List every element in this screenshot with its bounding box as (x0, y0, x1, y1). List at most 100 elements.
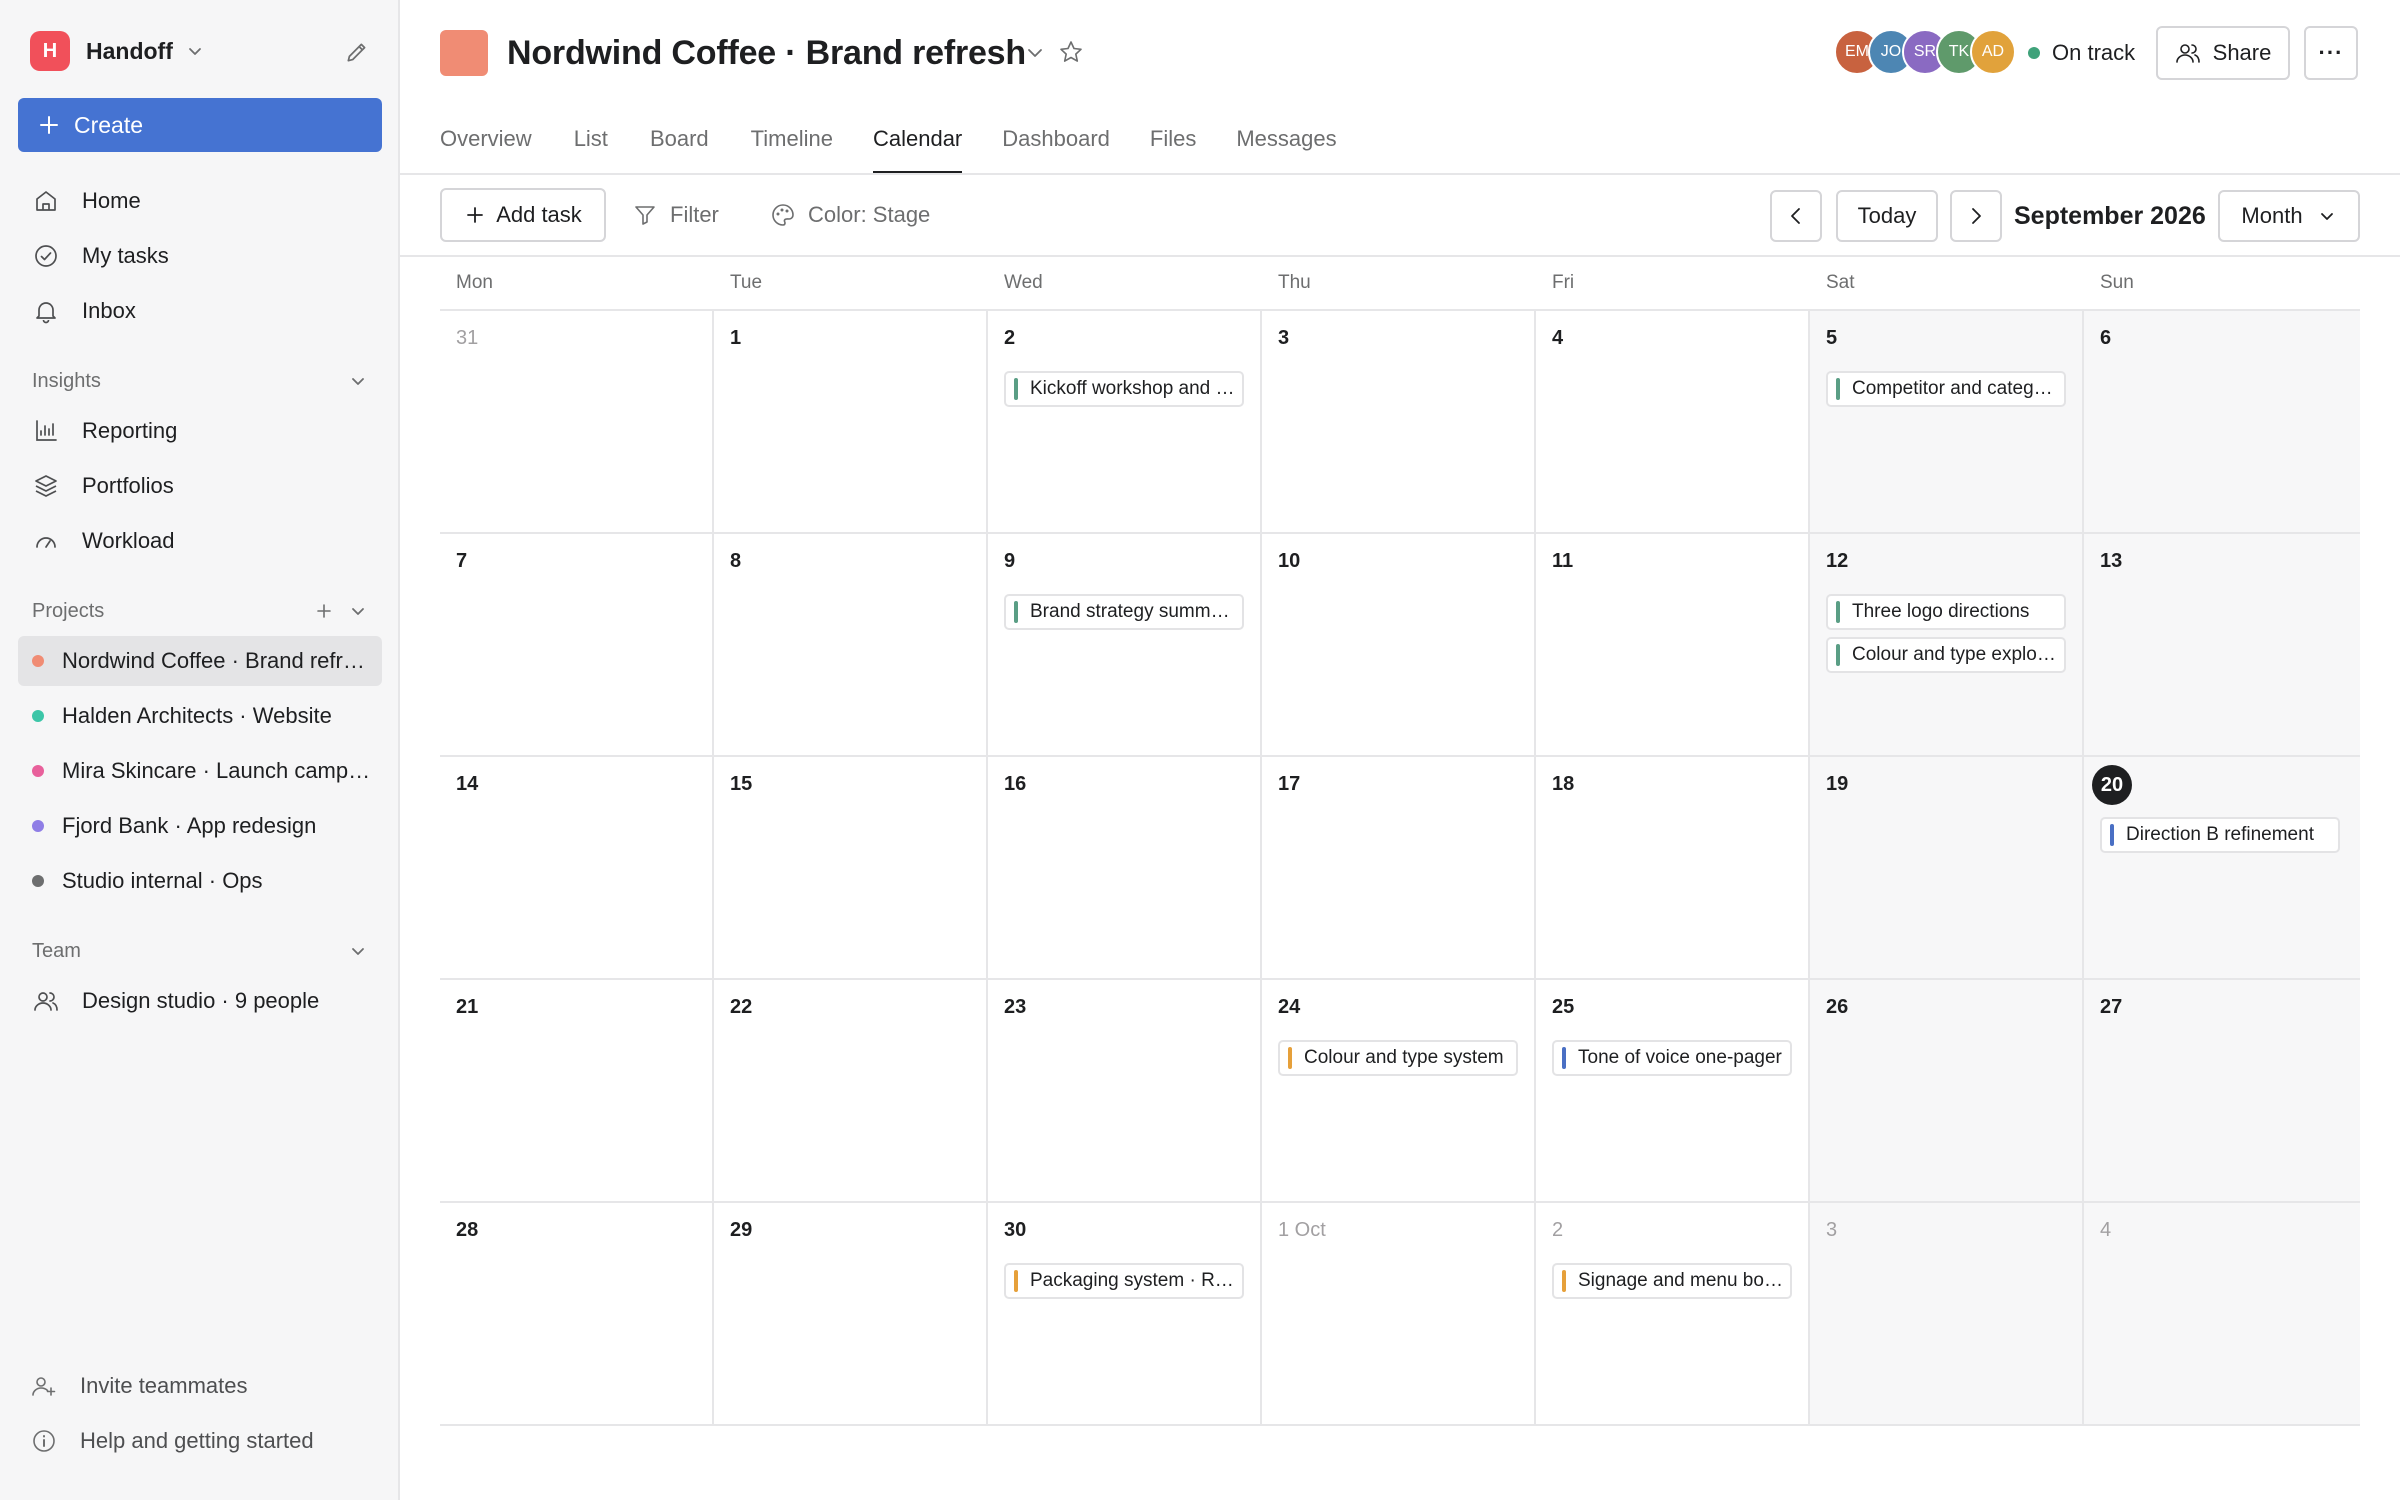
filter-button[interactable]: Filter (632, 188, 719, 242)
calendar-day-cell[interactable]: 29 (714, 1203, 988, 1424)
today-button[interactable]: Today (1836, 190, 1938, 242)
previous-month-button[interactable] (1770, 190, 1822, 242)
calendar-day-cell[interactable]: 1 (714, 311, 988, 532)
calendar-day-cell[interactable]: 19 (1810, 757, 2084, 978)
insights-section-header[interactable]: Insights (32, 366, 368, 396)
calendar-day-cell[interactable]: 13 (2084, 534, 2360, 755)
calendar-day-cell[interactable]: 18 (1536, 757, 1810, 978)
calendar-day-cell[interactable]: 21 (440, 980, 714, 1201)
calendar-task[interactable]: Packaging system · Round 1 (1004, 1263, 1244, 1299)
calendar-day-cell[interactable]: 14 (440, 757, 714, 978)
calendar-task[interactable]: Signage and menu boards (1552, 1263, 1792, 1299)
calendar-task[interactable]: Tone of voice one-pager (1552, 1040, 1792, 1076)
calendar-day-cell[interactable]: 6 (2084, 311, 2360, 532)
chevron-down-icon[interactable] (348, 601, 368, 621)
sidebar-item-team[interactable]: Design studio · 9 people (18, 976, 382, 1026)
calendar-day-cell[interactable]: 12 Three logo directions Colour and type e… (1810, 534, 2084, 755)
sidebar-item-workload[interactable]: Workload (18, 516, 382, 566)
calendar-day-cell[interactable]: 11 (1536, 534, 1810, 755)
project-color-swatch[interactable] (440, 30, 488, 76)
calendar-day-cell[interactable]: 4 (1536, 311, 1810, 532)
calendar-day-cell[interactable]: 25 Tone of voice one-pager (1536, 980, 1810, 1201)
share-button[interactable]: Share (2156, 26, 2290, 80)
weekday-label: Tue (730, 272, 763, 293)
calendar-day-cell[interactable]: 2 Kickoff workshop and stakeholder interv… (988, 311, 1262, 532)
calendar-task[interactable]: Direction B refinement (2100, 817, 2340, 853)
calendar-day-cell[interactable]: 4 (2084, 1203, 2360, 1424)
calendar-day-cell[interactable]: 3 (1810, 1203, 2084, 1424)
tab-list[interactable]: List (574, 116, 608, 174)
calendar-day-cell[interactable]: 20 Direction B refinement (2084, 757, 2360, 978)
team-section-header[interactable]: Team (32, 936, 368, 966)
calendar-day-cell[interactable]: 9 Brand strategy summary (988, 534, 1262, 755)
sidebar-item-reporting[interactable]: Reporting (18, 406, 382, 456)
calendar-day-cell[interactable]: 7 (440, 534, 714, 755)
calendar-task[interactable]: Brand strategy summary (1004, 594, 1244, 630)
calendar-task[interactable]: Competitor and category audit (1826, 371, 2066, 407)
tab-board[interactable]: Board (650, 116, 709, 174)
calendar-day-cell[interactable]: 3 (1262, 311, 1536, 532)
calendar-task[interactable]: Three logo directions (1826, 594, 2066, 630)
sidebar-item-portfolios[interactable]: Portfolios (18, 461, 382, 511)
tab-timeline[interactable]: Timeline (751, 116, 833, 174)
view-select[interactable]: Month (2218, 190, 2360, 242)
calendar-task[interactable]: Kickoff workshop and stakeholder intervi… (1004, 371, 1244, 407)
day-number: 4 (2100, 1219, 2112, 1241)
projects-section-header[interactable]: Projects (32, 596, 368, 626)
calendar-day-cell[interactable]: 16 (988, 757, 1262, 978)
sidebar-project-mira[interactable]: Mira Skincare · Launch campaign (18, 746, 382, 796)
sidebar-project-fjord[interactable]: Fjord Bank · App redesign (18, 801, 382, 851)
calendar-day-cell[interactable]: 24 Colour and type system (1262, 980, 1536, 1201)
sidebar-item-my-tasks[interactable]: My tasks (18, 231, 382, 281)
add-task-button[interactable]: Add task (440, 188, 606, 242)
calendar-day-cell[interactable]: 27 (2084, 980, 2360, 1201)
next-month-button[interactable] (1950, 190, 2002, 242)
more-options-button[interactable]: ··· (2304, 26, 2358, 80)
workspace-switcher[interactable]: H Handoff (30, 30, 370, 72)
calendar-day-cell[interactable]: 26 (1810, 980, 2084, 1201)
calendar-day-cell[interactable]: 22 (714, 980, 988, 1201)
help-link[interactable]: Help and getting started (18, 1416, 382, 1466)
weekday-label: Mon (456, 272, 493, 293)
tab-overview[interactable]: Overview (440, 116, 532, 174)
day-number: 23 (1004, 996, 1027, 1018)
chevron-down-icon[interactable] (1022, 40, 1048, 66)
calendar-task[interactable]: Colour and type system (1278, 1040, 1518, 1076)
calendar-day-cell[interactable]: 5 Competitor and category audit (1810, 311, 2084, 532)
stage-color-bar (2110, 824, 2114, 846)
calendar-day-cell[interactable]: 30 Packaging system · Round 1 (988, 1203, 1262, 1424)
task-title: Tone of voice one-pager (1578, 1047, 1782, 1068)
chevron-down-icon[interactable] (348, 371, 368, 391)
calendar-day-cell[interactable]: 23 (988, 980, 1262, 1201)
color-by-button[interactable]: Color: Stage (770, 188, 930, 242)
calendar-day-cell[interactable]: 2 Signage and menu boards (1536, 1203, 1810, 1424)
calendar-day-cell[interactable]: 8 (714, 534, 988, 755)
calendar-day-cell[interactable]: 10 (1262, 534, 1536, 755)
star-icon[interactable] (1056, 37, 1086, 67)
status-badge[interactable]: On track (2028, 36, 2135, 70)
calendar-day-cell[interactable]: 31 (440, 311, 714, 532)
calendar-day-cell[interactable]: 28 (440, 1203, 714, 1424)
calendar-day-cell[interactable]: 15 (714, 757, 988, 978)
create-button[interactable]: Create (18, 98, 382, 152)
tab-files[interactable]: Files (1150, 116, 1196, 174)
edit-icon[interactable] (344, 39, 370, 65)
calendar-day-cell[interactable]: 1 Oct (1262, 1203, 1536, 1424)
tab-dashboard[interactable]: Dashboard (1002, 116, 1110, 174)
sidebar-project-studio[interactable]: Studio internal · Ops (18, 856, 382, 906)
plus-icon[interactable] (314, 601, 334, 621)
sidebar-project-halden[interactable]: Halden Architects · Website (18, 691, 382, 741)
calendar-task[interactable]: Colour and type exploration (1826, 637, 2066, 673)
calendar-day-cell[interactable]: 17 (1262, 757, 1536, 978)
task-title: Colour and type exploration (1852, 644, 2058, 665)
sidebar-project-nordwind[interactable]: Nordwind Coffee · Brand refresh (18, 636, 382, 686)
chevron-down-icon[interactable] (348, 941, 368, 961)
sidebar-item-home[interactable]: Home (18, 176, 382, 226)
day-number: 16 (1004, 773, 1027, 795)
tab-calendar[interactable]: Calendar (872, 116, 963, 174)
sidebar-item-inbox[interactable]: Inbox (18, 286, 382, 336)
tab-messages[interactable]: Messages (1236, 116, 1336, 174)
avatar[interactable]: AD (1970, 29, 2016, 75)
invite-teammates-link[interactable]: Invite teammates (18, 1361, 382, 1411)
member-avatars[interactable]: EM JO SR TK AD (1834, 29, 2016, 77)
